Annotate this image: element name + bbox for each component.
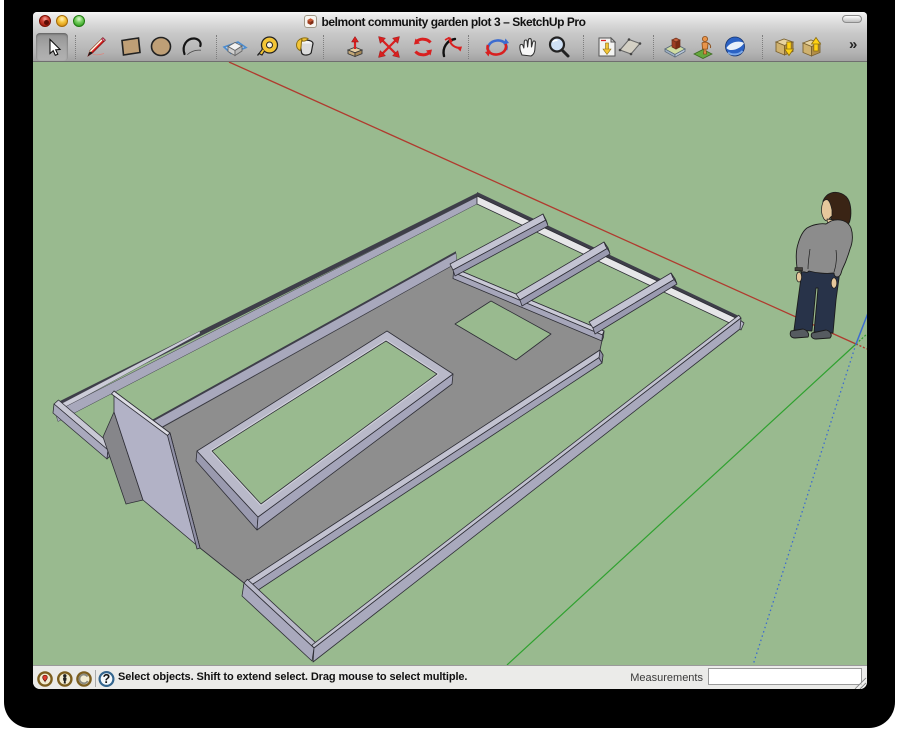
svg-text:?: ? (103, 672, 111, 686)
